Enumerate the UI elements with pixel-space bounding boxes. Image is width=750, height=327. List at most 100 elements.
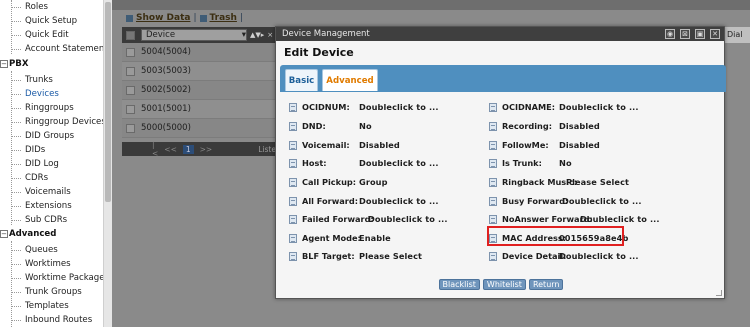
chevron-down-icon[interactable]: ▾ xyxy=(242,30,246,40)
tab-basic[interactable]: Basic xyxy=(285,69,318,91)
nav-item-voicemails[interactable]: Voicemails xyxy=(11,185,71,199)
row-checkbox[interactable] xyxy=(126,66,135,76)
all-forward-value[interactable]: Doubleclick to ... xyxy=(359,196,439,206)
nav-item-ringgroups[interactable]: Ringgroups xyxy=(11,101,74,115)
nav-item-roles[interactable]: Roles xyxy=(11,0,48,14)
nav-item-did-groups[interactable]: DID Groups xyxy=(11,129,74,143)
row-checkbox[interactable] xyxy=(126,104,135,114)
nav-item-inbound-routes[interactable]: Inbound Routes xyxy=(11,313,92,327)
table-row[interactable]: 5004(5004) xyxy=(122,43,280,62)
nav-group-advanced[interactable]: − Advanced xyxy=(0,227,56,241)
field-label: Failed Forward: xyxy=(302,214,374,224)
collapse-icon[interactable]: − xyxy=(0,60,8,68)
first-page-button[interactable]: |< xyxy=(152,140,158,158)
select-all-checkbox[interactable] xyxy=(126,30,135,40)
nav-item-devices[interactable]: Devices xyxy=(11,87,59,101)
table-row[interactable]: 5002(5002) xyxy=(122,81,280,100)
nav-item-sub-cdrs[interactable]: Sub CDRs xyxy=(11,213,67,227)
nav-item-dids[interactable]: DIDs xyxy=(11,143,45,157)
tab-bar: Basic Advanced xyxy=(280,65,726,92)
nav-item-queues[interactable]: Queues xyxy=(11,243,58,257)
collapse-icon[interactable]: − xyxy=(0,230,8,238)
nav-item-cdrs[interactable]: CDRs xyxy=(11,171,48,185)
sort-arrows-icon[interactable]: ▲▼▸ xyxy=(250,31,264,39)
nav-item-trunk-groups[interactable]: Trunk Groups xyxy=(11,285,82,299)
busy-forward-value[interactable]: Doubleclick to ... xyxy=(562,196,642,206)
row-checkbox[interactable] xyxy=(126,47,135,57)
blacklist-button[interactable]: Blacklist xyxy=(438,279,480,290)
field-label: BLF Target: xyxy=(302,251,355,261)
clear-filter-icon[interactable]: × xyxy=(267,31,273,39)
trash-link[interactable]: Trash xyxy=(210,13,237,23)
pin-icon[interactable]: ◉ xyxy=(665,29,675,39)
toolbar-separator: | xyxy=(193,13,197,23)
field-label: Host: xyxy=(302,158,327,168)
whitelist-button[interactable]: Whitelist xyxy=(482,279,526,290)
dnd-value[interactable]: No xyxy=(359,121,372,131)
nav-item-trunks[interactable]: Trunks xyxy=(11,73,53,87)
followme-value[interactable]: Disabled xyxy=(559,140,600,150)
tab-advanced[interactable]: Advanced xyxy=(322,69,378,91)
nav-item-worktimes[interactable]: Worktimes xyxy=(11,257,71,271)
row-checkbox[interactable] xyxy=(126,85,135,95)
failed-forward-value[interactable]: Doubleclick to ... xyxy=(368,214,448,224)
nav-item-ringgroup-devices[interactable]: Ringgroup Devices xyxy=(11,115,106,129)
table-row[interactable]: 5000(5000) xyxy=(122,119,280,138)
dialog-button-row: Blacklist Whitelist Return xyxy=(276,279,726,290)
field-failed-forward: Failed Forward: Doubleclick to ... xyxy=(289,212,448,226)
ringback-music-value[interactable]: Please Select xyxy=(566,177,629,187)
agent-mode-value[interactable]: Enable xyxy=(359,233,391,243)
nav-item-label: CDRs xyxy=(25,173,49,183)
nav-item-label: Ringgroup Devices xyxy=(25,117,106,127)
nav-item-label: Account Statement xyxy=(25,44,108,54)
current-page[interactable]: 1 xyxy=(182,144,194,154)
return-button[interactable]: Return xyxy=(528,279,564,290)
device-column-filter[interactable]: Device ▾ xyxy=(141,29,247,41)
maximize-icon[interactable]: ▣ xyxy=(695,29,705,39)
nav-item-worktime-packages[interactable]: Worktime Packages xyxy=(11,271,109,285)
table-row[interactable]: 5001(5001) xyxy=(122,100,280,119)
resize-grip-icon[interactable] xyxy=(716,290,722,296)
nav-item-label: Quick Setup xyxy=(25,16,78,26)
table-row[interactable]: 5003(5003) xyxy=(122,62,280,81)
ocidnum-value[interactable]: Doubleclick to ... xyxy=(359,102,439,112)
field-icon xyxy=(289,196,297,206)
sidebar-scrollbar[interactable] xyxy=(103,0,112,327)
field-call-pickup: Call Pickup: Group xyxy=(289,175,387,189)
nav-item-account-statement[interactable]: Account Statement xyxy=(11,42,108,56)
field-label: Is Trunk: xyxy=(502,158,542,168)
field-label: FollowMe: xyxy=(502,140,549,150)
device-cell: 5004(5004) xyxy=(141,47,191,57)
field-icon xyxy=(489,196,497,206)
field-agent-mode: Agent Mode: Enable xyxy=(289,231,391,245)
field-is-trunk: Is Trunk: No xyxy=(489,156,572,170)
device-cell: 5000(5000) xyxy=(141,123,191,133)
grid-header: Device ▾ ▲▼▸ × xyxy=(122,27,280,43)
nav-item-extensions[interactable]: Extensions xyxy=(11,199,72,213)
column-header-label: Device xyxy=(146,30,176,40)
noanswer-forward-value[interactable]: Doubleclick to ... xyxy=(580,214,660,224)
restore-icon[interactable]: ⊠ xyxy=(680,29,690,39)
is-trunk-value[interactable]: No xyxy=(559,158,572,168)
recording-value[interactable]: Disabled xyxy=(559,121,600,131)
ocidname-value[interactable]: Doubleclick to ... xyxy=(559,102,639,112)
field-recording: Recording: Disabled xyxy=(489,119,600,133)
close-icon[interactable]: ✕ xyxy=(710,29,720,39)
scrollbar-thumb[interactable] xyxy=(105,2,111,202)
row-checkbox[interactable] xyxy=(126,123,135,133)
nav-item-quick-edit[interactable]: Quick Edit xyxy=(11,28,69,42)
next-page-button[interactable]: >> xyxy=(200,145,213,154)
dialog-titlebar[interactable]: Device Management ◉ ⊠ ▣ ✕ xyxy=(276,27,724,41)
device-detail-value[interactable]: Doubleclick to ... xyxy=(559,251,639,261)
nav-group-pbx[interactable]: − PBX xyxy=(0,57,28,71)
voicemail-value[interactable]: Disabled xyxy=(359,140,400,150)
nav-item-quick-setup[interactable]: Quick Setup xyxy=(11,14,77,28)
call-pickup-value[interactable]: Group xyxy=(359,177,388,187)
show-data-link[interactable]: Show Data xyxy=(136,13,190,23)
nav-item-templates[interactable]: Templates xyxy=(11,299,69,313)
nav-item-did-log[interactable]: DID Log xyxy=(11,157,59,171)
blf-target-value[interactable]: Please Select xyxy=(359,251,422,261)
trash-icon xyxy=(199,14,207,22)
host-value[interactable]: Doubleclick to ... xyxy=(359,158,439,168)
prev-page-button[interactable]: << xyxy=(164,145,177,154)
